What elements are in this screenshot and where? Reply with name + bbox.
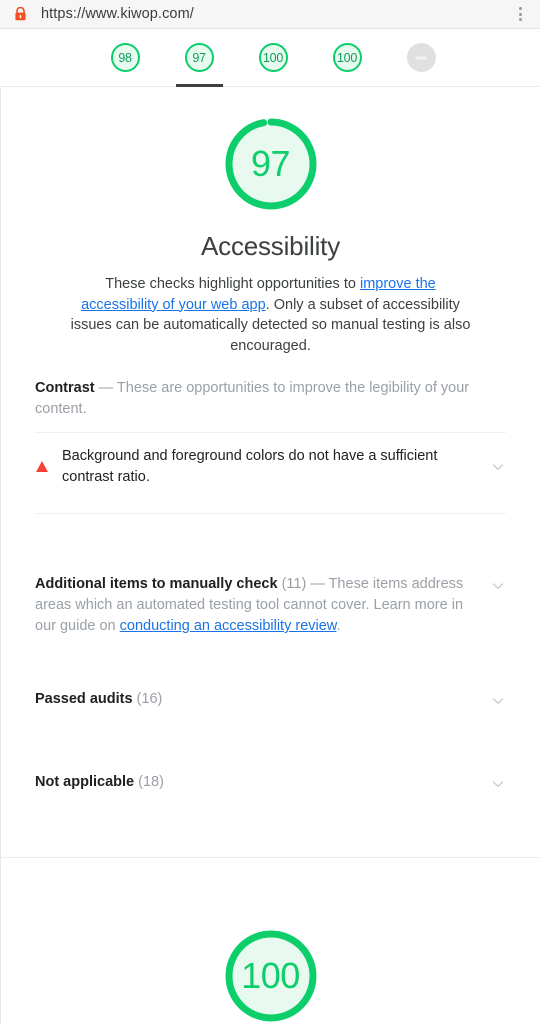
audit-row-color-contrast[interactable]: Background and foreground colors do not … (35, 433, 506, 501)
chevron-down-icon[interactable] (490, 693, 506, 709)
pagespeed-report-screen: https://www.kiwop.com/ 98 97 100 100 97 … (0, 0, 540, 1024)
accessibility-title: Accessibility (201, 231, 340, 261)
section-passed-audits[interactable]: Passed audits (16) (35, 689, 506, 712)
not-applicable-count: (18) (138, 774, 164, 790)
audit-group-contrast: Contrast — These are opportunities to im… (35, 378, 506, 514)
manual-check-dash: — (306, 576, 329, 592)
score-tab-pwa[interactable] (396, 29, 447, 87)
score-pill-circle: 100 (332, 43, 362, 72)
manual-check-count: (11) (281, 576, 307, 592)
report-scroll-area[interactable]: 97 Accessibility These checks highlight … (0, 88, 540, 1024)
description-text-before-link: These checks highlight opportunities to (105, 276, 360, 292)
best-practices-score-value: 100 (241, 955, 300, 996)
not-applicable-title: Not applicable (35, 774, 135, 790)
chevron-down-icon[interactable] (490, 578, 506, 594)
accessibility-gauge-block: 97 Accessibility (35, 88, 506, 262)
kebab-menu-icon[interactable] (512, 5, 528, 23)
audit-title: Background and foreground colors do not … (62, 448, 438, 485)
browser-url-bar[interactable]: https://www.kiwop.com/ (0, 0, 540, 29)
score-tab-best-practices[interactable]: 100 (248, 29, 299, 87)
warning-triangle-icon (35, 461, 48, 472)
score-pill-circle: 97 (184, 43, 214, 72)
score-tab-seo[interactable]: 100 (322, 29, 373, 87)
accessibility-gauge: 97 (221, 114, 321, 214)
passed-audits-text: Passed audits (16) (35, 689, 490, 710)
audit-group-name: Contrast (35, 380, 95, 396)
score-tab-performance[interactable]: 98 (100, 29, 151, 87)
score-pill-circle: 98 (110, 43, 140, 72)
lock-icon (15, 7, 26, 21)
manual-check-body-end: . (336, 618, 341, 634)
passed-audits-count: (16) (136, 691, 163, 707)
url-text[interactable]: https://www.kiwop.com/ (41, 6, 512, 22)
score-tab-accessibility[interactable]: 97 (174, 29, 225, 87)
accessibility-description: These checks highlight opportunities to … (71, 274, 471, 356)
audit-group-header: Contrast — These are opportunities to im… (35, 378, 506, 420)
passed-audits-title: Passed audits (35, 691, 133, 707)
score-pill-circle: 100 (258, 43, 288, 72)
manual-check-text: Additional items to manually check (11) … (35, 574, 490, 637)
section-additional-manual-check[interactable]: Additional items to manually check (11) … (35, 574, 506, 639)
category-accessibility: 97 Accessibility These checks highlight … (1, 88, 540, 855)
category-best-practices: 100 Best Practices (1, 858, 540, 1024)
chevron-down-icon[interactable] (490, 776, 506, 792)
accessibility-score-value: 97 (250, 143, 291, 184)
score-tab-strip: 98 97 100 100 (0, 29, 540, 87)
best-practices-gauge-block: 100 Best Practices (35, 900, 506, 1024)
score-pill-circle-error (406, 43, 436, 72)
manual-check-title: Additional items to manually check (35, 576, 278, 592)
not-applicable-text: Not applicable (18) (35, 772, 490, 793)
audit-group-dash: — (94, 380, 117, 396)
accessibility-review-guide-link[interactable]: conducting an accessibility review (120, 618, 337, 634)
best-practices-gauge: 100 (221, 926, 321, 1024)
chevron-down-icon[interactable] (490, 459, 506, 475)
section-not-applicable[interactable]: Not applicable (18) (35, 772, 506, 795)
